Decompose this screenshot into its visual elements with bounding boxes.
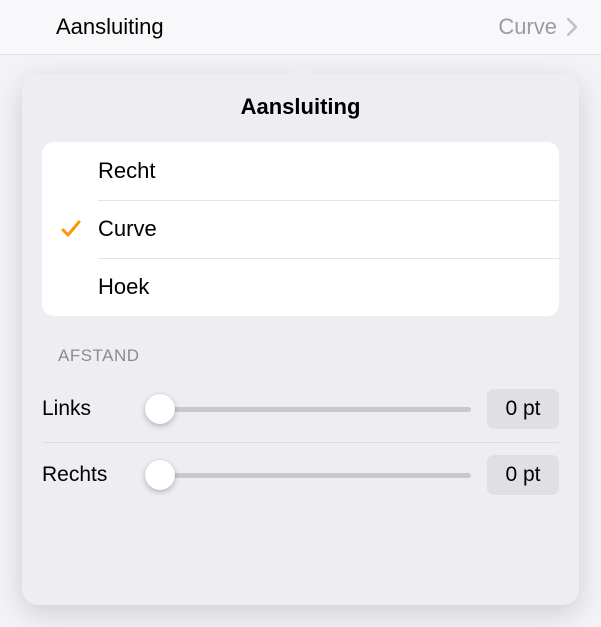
option-hoek[interactable]: Hoek <box>42 258 559 316</box>
parent-row-aansluiting[interactable]: Aansluiting Curve <box>0 0 601 55</box>
parent-row-value-wrap: Curve <box>498 14 577 40</box>
rechts-slider[interactable] <box>148 459 471 491</box>
rechts-value-field[interactable]: 0 pt <box>487 455 559 495</box>
links-value-field[interactable]: 0 pt <box>487 389 559 429</box>
slider-row-links: Links 0 pt <box>42 376 559 442</box>
links-slider[interactable] <box>148 393 471 425</box>
check-slot <box>60 218 98 240</box>
slider-label: Links <box>42 397 132 421</box>
option-label: Recht <box>98 158 155 184</box>
connection-type-list: Recht Curve Hoek <box>42 142 559 316</box>
checkmark-icon <box>60 218 82 240</box>
distance-sliders: Links 0 pt Rechts 0 pt <box>22 376 579 508</box>
slider-track <box>148 407 471 412</box>
slider-thumb[interactable] <box>145 394 175 424</box>
parent-row-value: Curve <box>498 14 557 40</box>
option-label: Hoek <box>98 274 149 300</box>
option-curve[interactable]: Curve <box>42 200 559 258</box>
section-label-afstand: AFSTAND <box>22 316 579 376</box>
option-recht[interactable]: Recht <box>42 142 559 200</box>
popover-title: Aansluiting <box>22 94 579 120</box>
slider-label: Rechts <box>42 463 132 487</box>
chevron-right-icon <box>567 18 577 36</box>
slider-track <box>148 473 471 478</box>
aansluiting-popover: Aansluiting Recht Curve Hoek AFSTAND Lin… <box>22 74 579 605</box>
slider-thumb[interactable] <box>145 460 175 490</box>
parent-row-label: Aansluiting <box>56 14 164 40</box>
slider-row-rechts: Rechts 0 pt <box>42 442 559 508</box>
option-label: Curve <box>98 216 157 242</box>
